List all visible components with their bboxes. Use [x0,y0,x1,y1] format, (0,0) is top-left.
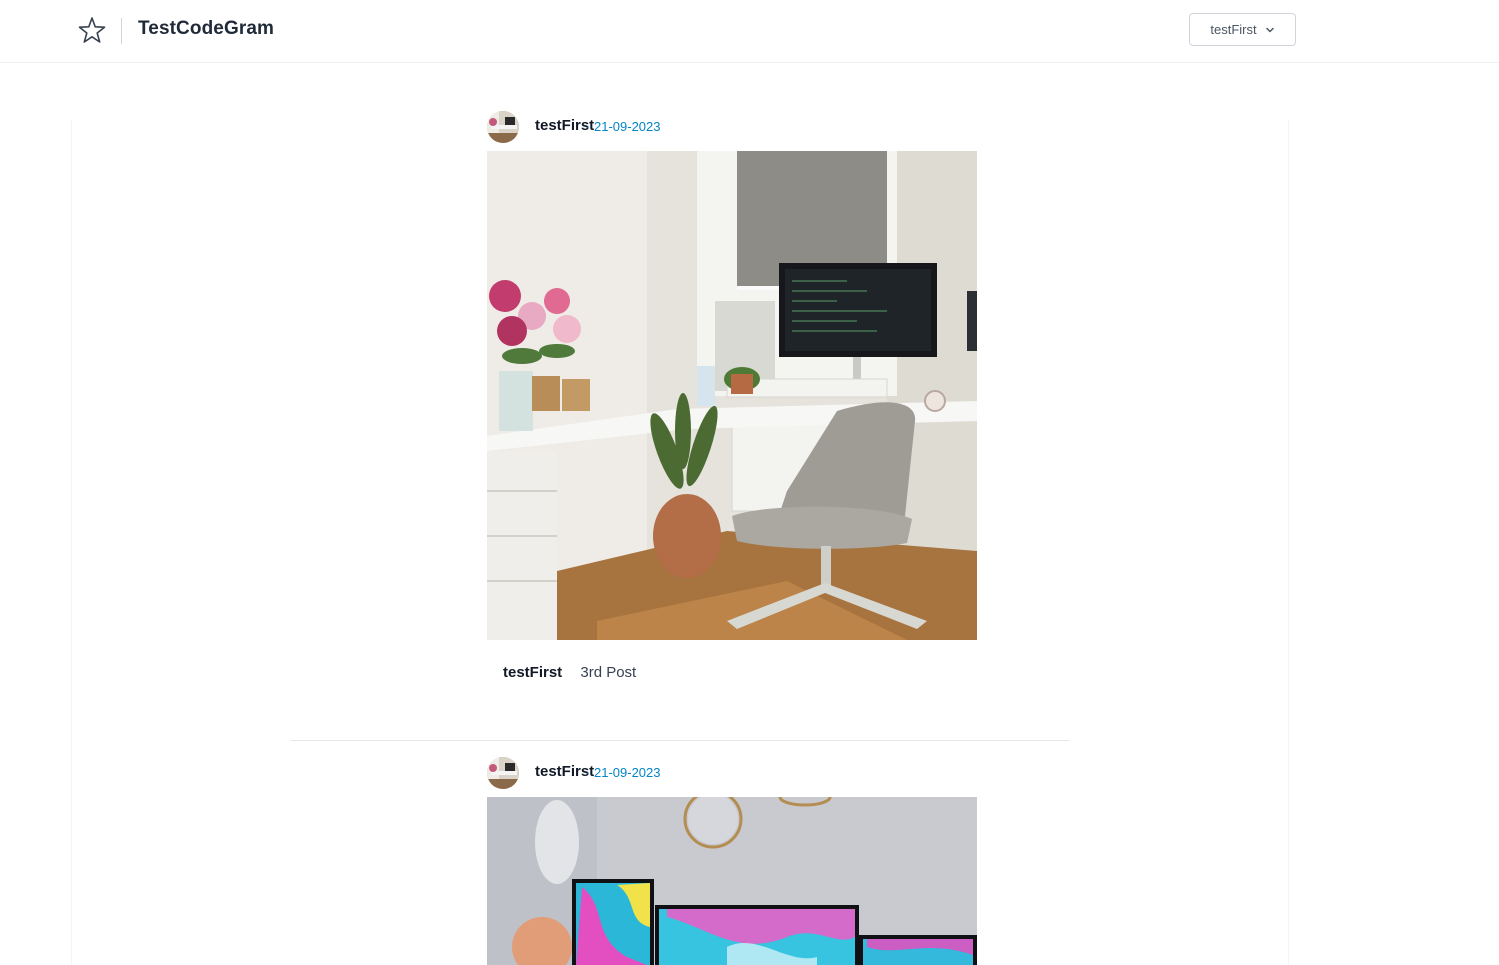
post-date[interactable]: 21-09-2023 [594,119,661,134]
desk-setup-photo[interactable] [487,151,977,640]
brand-name[interactable]: TestCodeGram [138,18,274,40]
post-header: testFirst · 21-09-2023 [487,110,977,151]
post-card: testFirst · 21-09-2023 [487,756,977,965]
user-menu-button[interactable]: testFirst [1189,13,1296,46]
post-divider [290,740,1070,741]
post-header: testFirst · 21-09-2023 [487,756,977,797]
brand-divider [121,18,122,44]
chevron-down-icon [1265,27,1274,32]
caption-author[interactable]: testFirst [503,664,562,681]
star-logo-icon[interactable] [78,16,106,44]
post-separator: · [586,119,591,134]
caption-text: 3rd Post [580,664,637,681]
post-separator: · [586,765,591,780]
post-card: testFirst · 21-09-2023 [487,110,977,681]
post-caption: testFirst 3rd Post [503,664,636,681]
top-navbar: TestCodeGram testFirst [0,0,1499,63]
post-date[interactable]: 21-09-2023 [594,765,661,780]
monitors-setup-photo[interactable] [487,797,977,965]
user-menu-label: testFirst [1210,22,1257,37]
avatar[interactable] [487,757,519,789]
avatar[interactable] [487,111,519,143]
